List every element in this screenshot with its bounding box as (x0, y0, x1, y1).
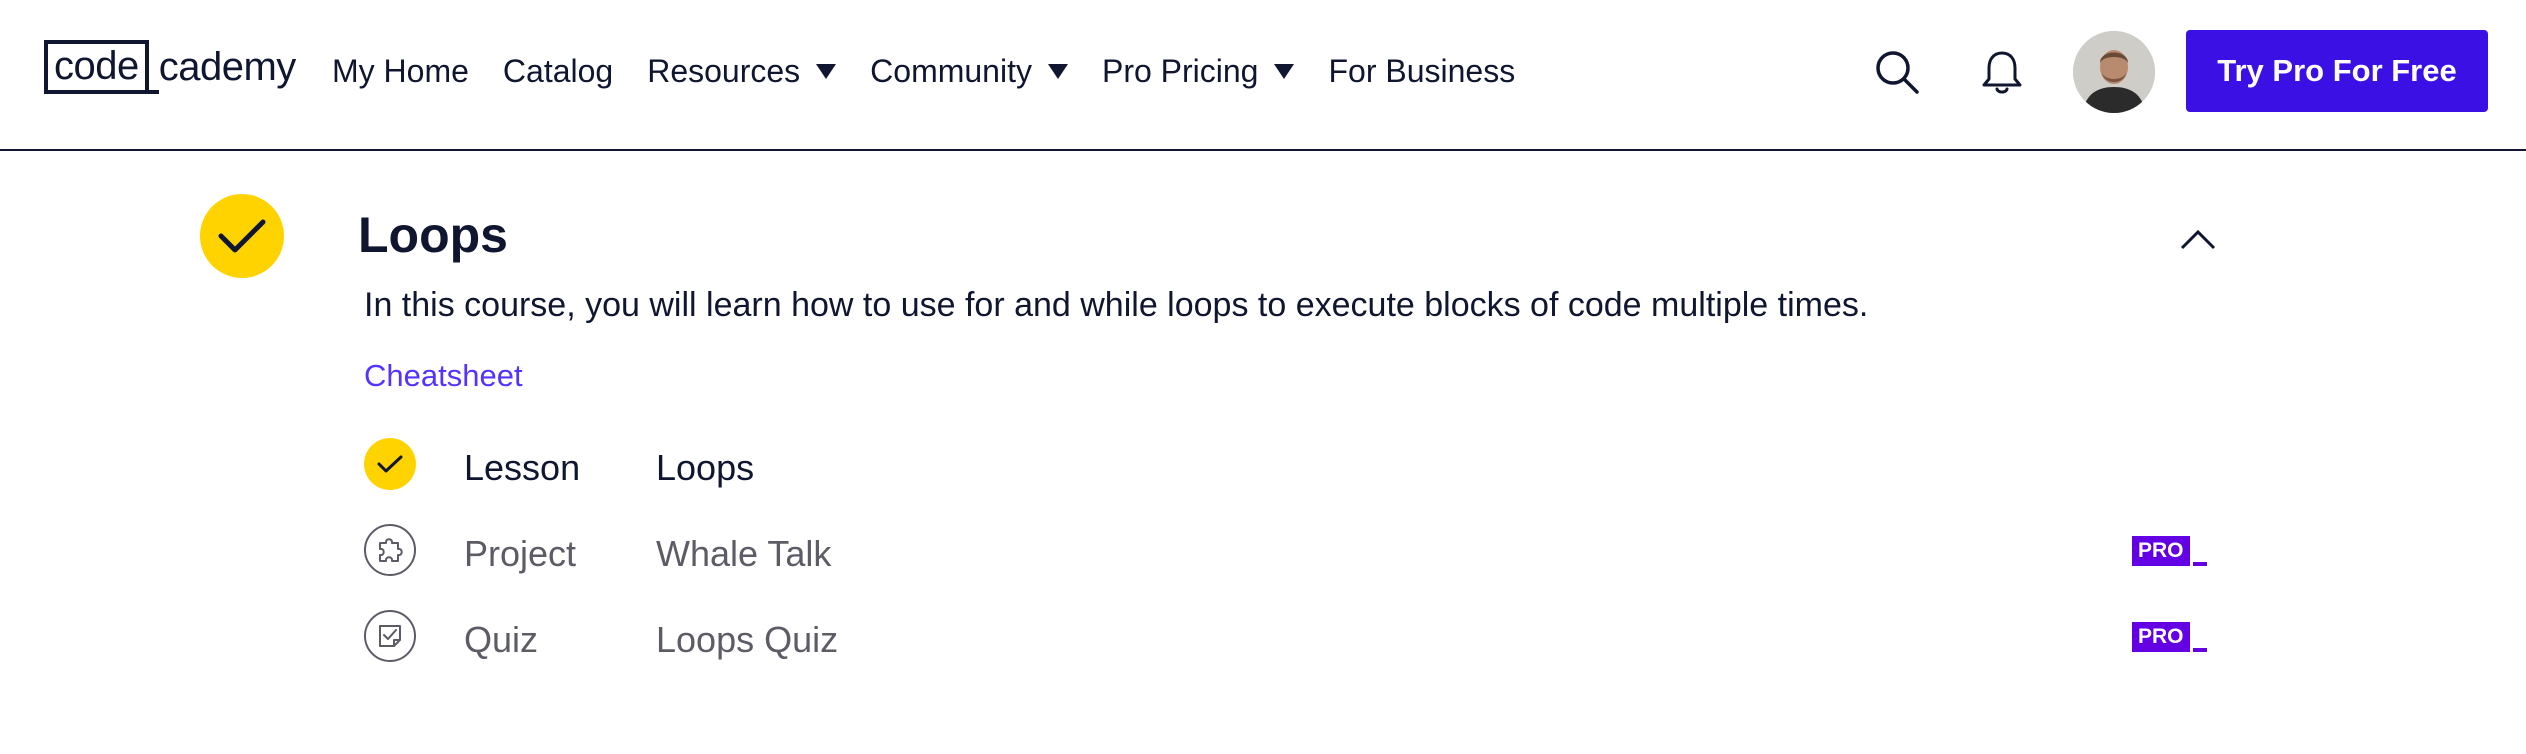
chevron-up-icon (2180, 229, 2216, 250)
nav-my-home-label: My Home (332, 52, 469, 89)
logo-rest-text: cademy (146, 40, 297, 94)
nav-for-business-label: For Business (1328, 52, 1516, 89)
user-avatar-icon (2073, 31, 2155, 113)
search-button[interactable] (1867, 42, 1927, 102)
module-title: Loops (358, 207, 508, 263)
pro-badge: PRO (2132, 534, 2207, 566)
module-complete-check-icon (200, 194, 284, 278)
module-description: In this course, you will learn how to us… (364, 286, 1869, 324)
nav-resources-label: Resources (647, 52, 801, 89)
nav-resources[interactable]: Resources (647, 52, 837, 90)
nav-my-home[interactable]: My Home (332, 53, 469, 90)
item-type-label: Quiz (464, 619, 539, 660)
nav-for-business[interactable]: For Business (1328, 53, 1515, 90)
top-navigation-bar: code cademy My Home Catalog Resources Co… (0, 0, 2526, 151)
item-name-link[interactable]: Loops Quiz (656, 619, 838, 661)
completed-status (364, 438, 416, 490)
nav-catalog-label: Catalog (502, 52, 614, 89)
pro-badge-label: PRO (2132, 536, 2190, 566)
codecademy-logo[interactable]: code cademy (44, 40, 296, 94)
item-name-link[interactable]: Whale Talk (656, 533, 831, 575)
item-type-label: Lesson (464, 447, 581, 488)
logo-rest-label: cademy (158, 45, 297, 89)
not-started-status (364, 524, 416, 576)
nav-pro-pricing-label: Pro Pricing (1101, 52, 1259, 89)
cheatsheet-link[interactable]: Cheatsheet (364, 358, 523, 394)
try-pro-button[interactable]: Try Pro For Free (2186, 30, 2488, 112)
nav-community-label: Community (870, 52, 1032, 89)
logo-boxed-text: code (44, 40, 149, 94)
item-name-link[interactable]: Loops (656, 447, 754, 489)
pro-badge-underscore (2192, 562, 2207, 566)
nav-catalog[interactable]: Catalog (503, 53, 613, 90)
pro-badge-underscore (2192, 648, 2207, 652)
pro-badge-label: PRO (2132, 622, 2190, 652)
content-item-quiz[interactable]: Quiz Loops Quiz PRO (364, 610, 2224, 664)
not-started-status (364, 610, 416, 662)
caret-down-icon (1274, 63, 1295, 79)
collapse-module-button[interactable] (2176, 220, 2220, 256)
notifications-button[interactable] (1972, 42, 2032, 102)
check-icon (218, 219, 266, 253)
quiz-icon (379, 625, 401, 647)
caret-down-icon (816, 63, 837, 79)
primary-nav: My Home Catalog Resources Community Pro … (332, 44, 1549, 98)
caret-down-icon (1047, 63, 1068, 79)
puzzle-icon (379, 538, 403, 562)
nav-pro-pricing[interactable]: Pro Pricing (1102, 53, 1295, 90)
content-item-project[interactable]: Project Whale Talk PRO (364, 524, 2224, 578)
nav-community[interactable]: Community (870, 53, 1068, 90)
check-icon (377, 455, 403, 473)
user-avatar[interactable] (2073, 31, 2155, 113)
pro-badge: PRO (2132, 620, 2207, 652)
content-item-lesson[interactable]: Lesson Loops (364, 438, 2224, 492)
bell-icon (1982, 51, 2022, 94)
search-icon (1876, 51, 1919, 94)
item-type-label: Project (464, 533, 577, 574)
